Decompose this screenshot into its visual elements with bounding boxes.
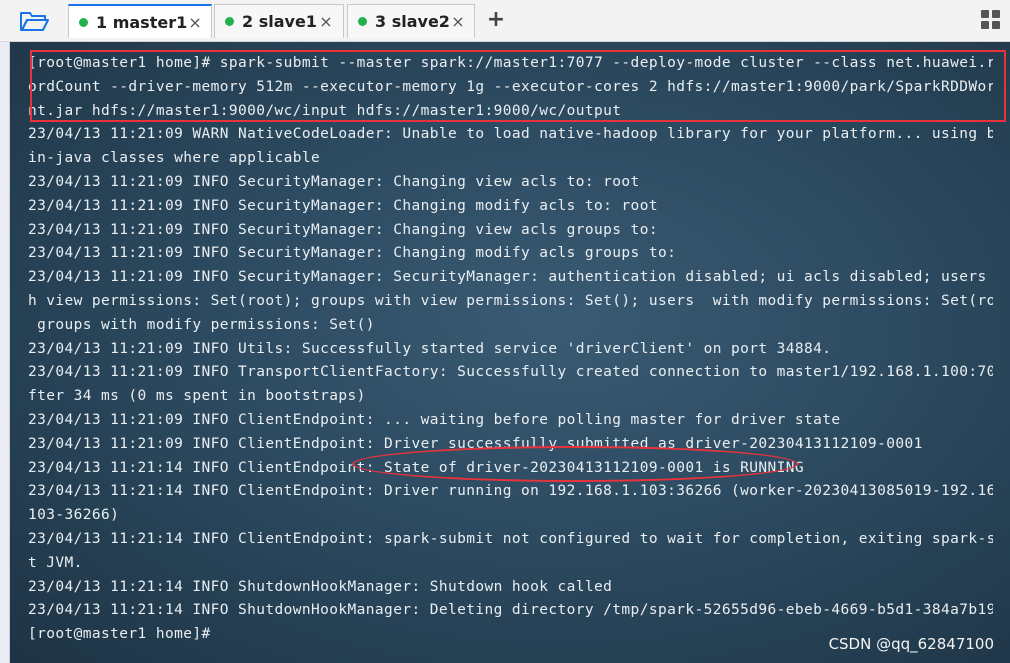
running-state-highlight-oval bbox=[352, 446, 798, 482]
terminal-pane[interactable]: [root@master1 home]# spark-submit --mast… bbox=[10, 42, 1010, 663]
close-icon[interactable]: × bbox=[317, 12, 335, 31]
terminal-output: [root@master1 home]# spark-submit --mast… bbox=[28, 52, 993, 647]
status-dot-icon bbox=[79, 17, 88, 27]
tab-label: 1 master1 bbox=[96, 12, 188, 32]
terminal-line: 23/04/13 11:21:09 INFO ClientEndpoint: .… bbox=[28, 411, 841, 428]
tab-slave1[interactable]: 2 slave1 × bbox=[214, 4, 344, 38]
tab-label: 3 slave2 bbox=[375, 12, 450, 31]
terminal-line: 103-36266) bbox=[28, 507, 120, 524]
terminal-line: h view permissions: Set(root); groups wi… bbox=[28, 292, 993, 309]
terminal-line: 23/04/13 11:21:14 INFO ShutdownHookManag… bbox=[28, 578, 613, 595]
terminal-line: 23/04/13 11:21:09 INFO TransportClientFa… bbox=[28, 364, 993, 381]
terminal-line: 23/04/13 11:21:14 INFO ClientEndpoint: D… bbox=[28, 483, 993, 500]
terminal-line: fter 34 ms (0 ms spent in bootstraps) bbox=[28, 388, 366, 405]
command-highlight-box bbox=[30, 50, 1006, 122]
terminal-line: 23/04/13 11:21:09 WARN NativeCodeLoader:… bbox=[28, 126, 993, 143]
tab-master1[interactable]: 1 master1 × bbox=[68, 4, 212, 38]
status-dot-icon bbox=[225, 17, 234, 26]
terminal-line: groups with modify permissions: Set() bbox=[28, 316, 375, 333]
tab-bar: 1 master1 × 2 slave1 × 3 slave2 × + bbox=[0, 0, 1010, 42]
terminal-line: 23/04/13 11:21:09 INFO SecurityManager: … bbox=[28, 221, 658, 238]
close-icon[interactable]: × bbox=[450, 12, 466, 31]
grid-layout-icon[interactable] bbox=[980, 9, 1002, 31]
terminal-line: 23/04/13 11:21:09 INFO Utils: Successful… bbox=[28, 340, 832, 357]
plus-icon[interactable]: + bbox=[484, 6, 508, 34]
status-dot-icon bbox=[358, 17, 367, 26]
terminal-line: in-java classes where applicable bbox=[28, 150, 321, 167]
terminal-line: 23/04/13 11:21:14 INFO ClientEndpoint: s… bbox=[28, 530, 993, 547]
close-icon[interactable]: × bbox=[187, 13, 203, 32]
watermark: CSDN @qq_62847100 bbox=[828, 635, 994, 653]
terminal-line: 23/04/13 11:21:09 INFO SecurityManager: … bbox=[28, 197, 658, 214]
folder-open-icon[interactable] bbox=[12, 6, 56, 36]
tab-label: 2 slave1 bbox=[242, 12, 317, 31]
terminal-line: t JVM. bbox=[28, 554, 83, 571]
terminal-line: 23/04/13 11:21:09 INFO SecurityManager: … bbox=[28, 269, 993, 286]
terminal-line: 23/04/13 11:21:14 INFO ShutdownHookManag… bbox=[28, 602, 993, 619]
side-panel-edge bbox=[0, 42, 10, 663]
tab-slave2[interactable]: 3 slave2 × bbox=[347, 4, 475, 38]
terminal-line: 23/04/13 11:21:09 INFO SecurityManager: … bbox=[28, 173, 640, 190]
terminal-line: 23/04/13 11:21:09 INFO SecurityManager: … bbox=[28, 245, 677, 262]
